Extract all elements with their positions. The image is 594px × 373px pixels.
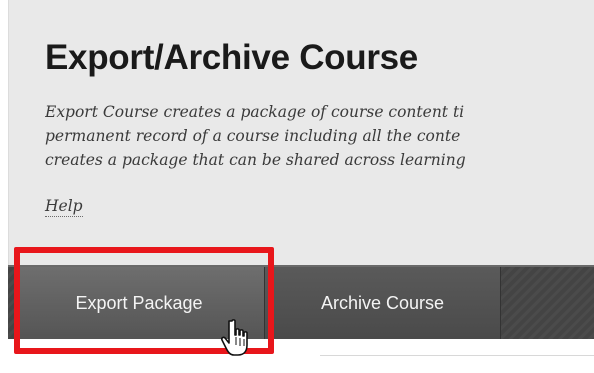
tab-archive-course[interactable]: Archive Course [265, 267, 501, 339]
content-divider [320, 355, 594, 356]
tab-export-package[interactable]: Export Package [14, 267, 265, 339]
action-tab-bar: Export Package Archive Course [8, 265, 594, 339]
help-link[interactable]: Help [45, 196, 83, 217]
page-description: Export Course creates a package of cours… [45, 100, 594, 172]
description-line: creates a package that can be shared acr… [45, 151, 466, 169]
description-line: Export Course creates a package of cours… [45, 103, 465, 121]
page-title: Export/Archive Course [45, 38, 418, 77]
tab-label: Export Package [75, 292, 203, 313]
tab-label: Archive Course [320, 292, 445, 313]
description-line: permanent record of a course including a… [45, 127, 461, 145]
